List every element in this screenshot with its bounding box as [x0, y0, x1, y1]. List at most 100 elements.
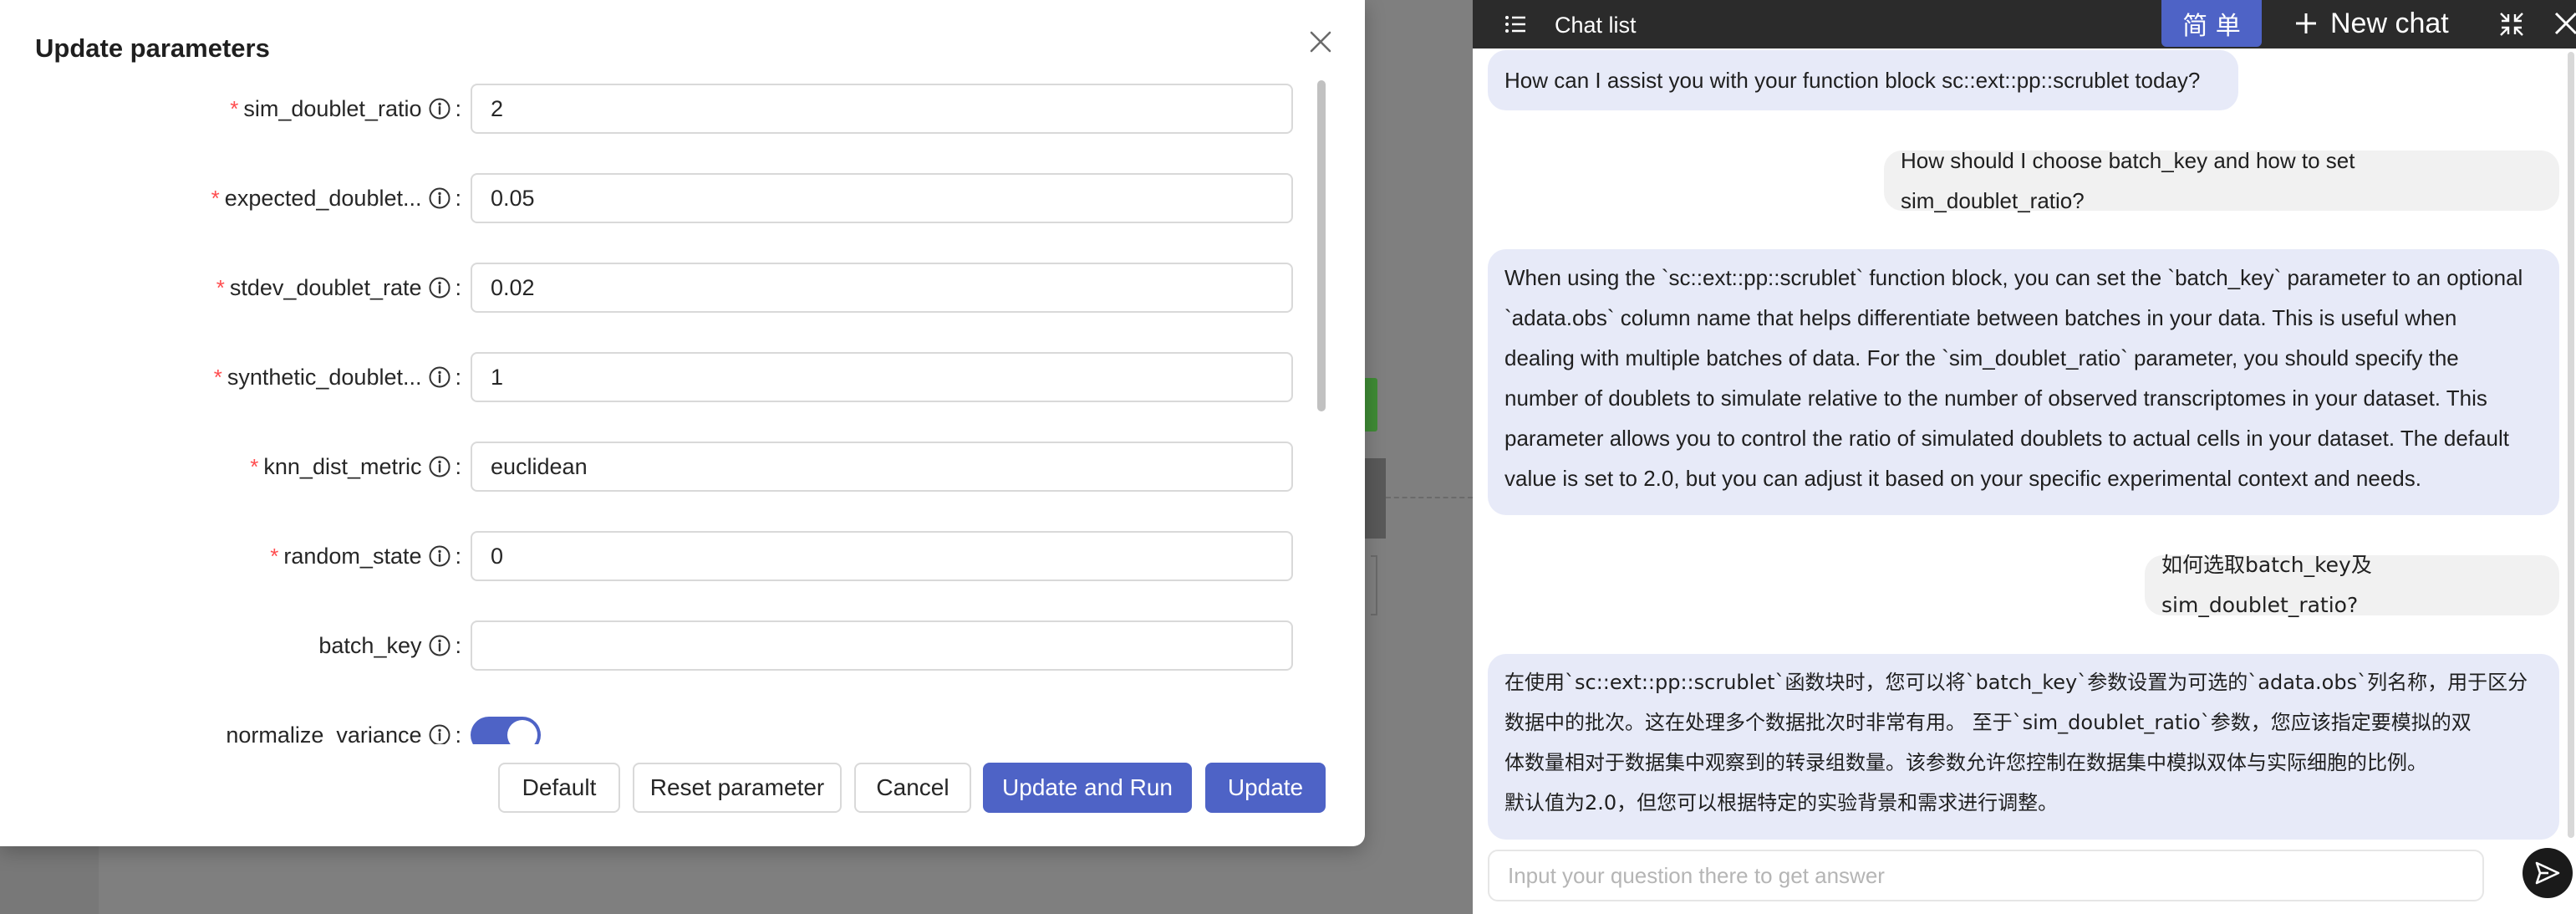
batch-key-input[interactable]	[471, 620, 1293, 671]
assistant-message: 在使用`sc::ext::pp::scrublet`函数块时，您可以将`batc…	[1488, 654, 2559, 840]
close-icon[interactable]	[2551, 8, 2576, 38]
field-label-text: synthetic_doublet...	[227, 364, 422, 390]
field-expected-doublet-rate: * expected_doublet... :	[0, 173, 1354, 223]
random-state-input[interactable]	[471, 531, 1293, 581]
label-colon: :	[455, 543, 461, 569]
normalize-variance-toggle[interactable]	[471, 717, 541, 744]
chat-panel: Chat list 简 单 New chat How can I assist …	[1473, 0, 2576, 914]
parameter-form: * sim_doublet_ratio : * expected_doublet…	[0, 75, 1354, 744]
label-colon: :	[455, 95, 461, 121]
language-toggle-button[interactable]: 简 单	[2161, 0, 2262, 47]
send-icon	[2535, 861, 2560, 885]
background-canvas-edge	[0, 845, 99, 914]
label-colon: :	[455, 453, 461, 479]
label-colon: :	[455, 274, 461, 300]
message-line: number of doublets to simulate relative …	[1504, 386, 2487, 411]
message-text: 如何选取batch_key及sim_doublet_ratio?	[2161, 553, 2372, 617]
info-icon[interactable]	[428, 186, 451, 210]
info-icon[interactable]	[428, 544, 451, 568]
label-colon: :	[455, 632, 461, 658]
field-label-text: expected_doublet...	[224, 185, 422, 211]
field-normalize-variance: normalize_variance :	[0, 710, 1354, 744]
label-colon: :	[455, 185, 461, 211]
info-icon[interactable]	[428, 97, 451, 120]
user-message: 如何选取batch_key及sim_doublet_ratio?	[2145, 553, 2559, 617]
field-label-text: random_state	[283, 543, 422, 569]
label-colon: :	[455, 364, 461, 390]
info-icon[interactable]	[428, 276, 451, 299]
stdev-doublet-rate-input[interactable]	[471, 263, 1293, 313]
info-icon[interactable]	[428, 365, 451, 389]
list-icon[interactable]	[1503, 12, 1528, 37]
field-label-text: sim_doublet_ratio	[243, 95, 422, 121]
field-label: * sim_doublet_ratio :	[230, 84, 461, 134]
message-text: How should I choose batch_key and how to…	[1901, 148, 2355, 213]
message-line: 在使用`sc::ext::pp::scrublet`函数块时，您可以将`batc…	[1504, 671, 2528, 694]
message-line: dealing with multiple batches of data. F…	[1504, 345, 2459, 370]
update-and-run-button[interactable]: Update and Run	[983, 763, 1192, 813]
assistant-message: How can I assist you with your function …	[1488, 50, 2238, 110]
chat-question-input[interactable]	[1488, 850, 2484, 901]
send-button[interactable]	[2523, 848, 2573, 898]
info-icon[interactable]	[428, 634, 451, 657]
info-icon[interactable]	[428, 455, 451, 478]
background-node-dark	[1364, 458, 1386, 539]
field-label: normalize_variance :	[226, 710, 461, 744]
update-parameters-modal: Update parameters * sim_doublet_ratio : …	[0, 0, 1365, 846]
plus-icon	[2296, 13, 2316, 33]
message-line: 默认值为2.0，但您可以根据特定的实验背景和需求进行调整。	[1504, 791, 2059, 814]
field-label: batch_key :	[318, 620, 461, 671]
chat-list-title[interactable]: Chat list	[1555, 13, 1637, 38]
message-line: When using the `sc::ext::pp::scrublet` f…	[1504, 265, 2523, 290]
background-node-connector	[1371, 555, 1377, 615]
close-icon[interactable]	[1304, 25, 1337, 59]
reset-parameter-button[interactable]: Reset parameter	[633, 763, 842, 813]
background-dashed-edge	[1386, 497, 1473, 498]
chat-scrollbar-thumb[interactable]	[2568, 52, 2574, 838]
required-mark: *	[270, 543, 279, 569]
modal-title: Update parameters	[35, 33, 270, 63]
synthetic-doublet-input[interactable]	[471, 352, 1293, 402]
field-synthetic-doublet: * synthetic_doublet... :	[0, 352, 1354, 402]
field-label-text: batch_key	[318, 632, 422, 658]
field-label-text: normalize_variance	[226, 722, 422, 745]
assistant-message: When using the `sc::ext::pp::scrublet` f…	[1488, 249, 2559, 515]
message-line: `adata.obs` column name that helps diffe…	[1504, 305, 2457, 330]
info-icon[interactable]	[428, 723, 451, 744]
default-button[interactable]: Default	[498, 763, 620, 813]
required-mark: *	[211, 185, 220, 211]
field-stdev-doublet-rate: * stdev_doublet_rate :	[0, 263, 1354, 313]
expected-doublet-rate-input[interactable]	[471, 173, 1293, 223]
message-line: 数据中的批次。这在处理多个数据批次时非常有用。 至于`sim_doublet_r…	[1504, 711, 2472, 734]
field-sim-doublet-ratio: * sim_doublet_ratio :	[0, 84, 1354, 134]
field-batch-key: batch_key :	[0, 620, 1354, 671]
field-random-state: * random_state :	[0, 531, 1354, 581]
required-mark: *	[216, 274, 225, 300]
form-scrollbar[interactable]	[1317, 80, 1326, 746]
chat-scrollbar[interactable]	[2568, 52, 2574, 838]
field-label: * knn_dist_metric :	[250, 442, 461, 492]
field-label: * expected_doublet... :	[211, 173, 461, 223]
cancel-button[interactable]: Cancel	[854, 763, 971, 813]
new-chat-label: New chat	[2330, 7, 2449, 39]
field-label: * random_state :	[270, 531, 461, 581]
user-message: How should I choose batch_key and how to…	[1884, 148, 2559, 213]
knn-dist-metric-input[interactable]	[471, 442, 1293, 492]
label-colon: :	[455, 722, 461, 745]
message-line: value is set to 2.0, but you can adjust …	[1504, 466, 2421, 491]
exit-fullscreen-icon[interactable]	[2497, 10, 2526, 38]
field-knn-dist-metric: * knn_dist_metric :	[0, 442, 1354, 492]
form-scrollbar-thumb[interactable]	[1317, 80, 1326, 411]
chat-header: Chat list 简 单 New chat	[1473, 0, 2576, 49]
field-label: * stdev_doublet_rate :	[216, 263, 461, 313]
field-label: * synthetic_doublet... :	[214, 352, 461, 402]
toggle-knob	[507, 720, 537, 744]
required-mark: *	[250, 453, 259, 479]
required-mark: *	[213, 364, 222, 390]
sim-doublet-ratio-input[interactable]	[471, 84, 1293, 134]
new-chat-button[interactable]: New chat	[2293, 0, 2449, 47]
message-text: How can I assist you with your function …	[1504, 68, 2201, 93]
field-label-text: stdev_doublet_rate	[229, 274, 422, 300]
message-line: 体数量相对于数据集中观察到的转录组数量。该参数允许您控制在数据集中模拟双体与实际…	[1504, 751, 2427, 774]
update-button[interactable]: Update	[1205, 763, 1326, 813]
